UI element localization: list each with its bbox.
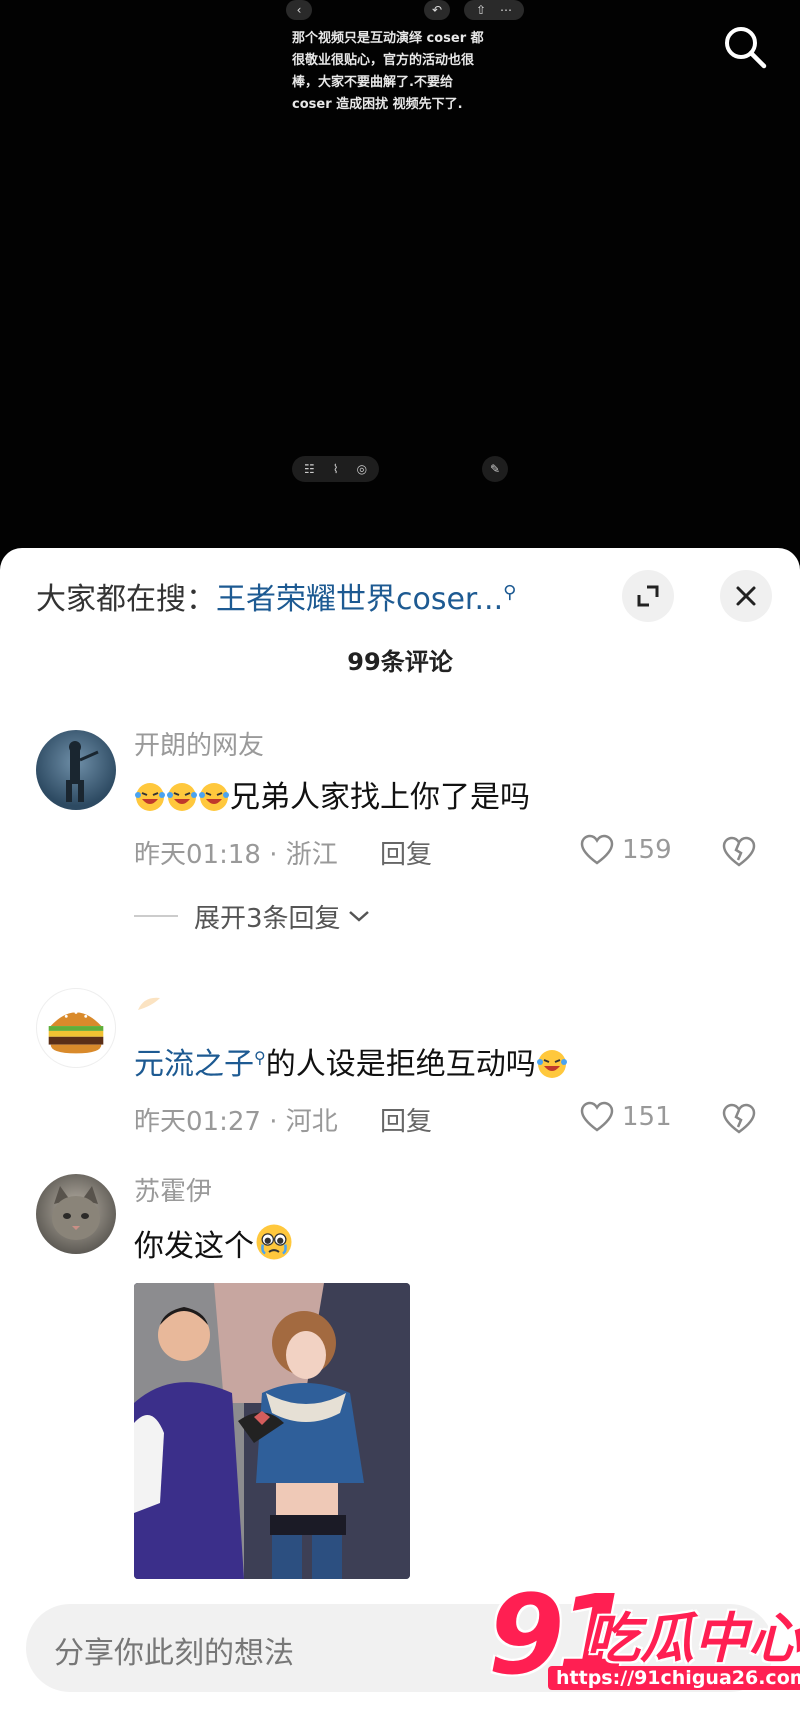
dislike-icon[interactable] — [722, 836, 756, 868]
time-location: 昨天01:18 · 浙江 — [134, 840, 338, 870]
watermark-text: 吃瓜中心 — [586, 1607, 800, 1670]
dislike-icon[interactable] — [722, 1103, 756, 1135]
cosplay-photo-image — [134, 1283, 410, 1579]
comment-body: 苏霍伊 你发这个 — [134, 1174, 760, 1579]
expand-icon — [637, 585, 659, 607]
watermark-url: https://91chigua26.com — [548, 1666, 800, 1690]
avatar-figure — [66, 741, 99, 802]
username[interactable]: 苏霍伊 — [134, 1174, 760, 1210]
caption-line: 棒，大家不要曲解了.不要给 — [292, 75, 453, 90]
cat-avatar-image — [52, 1186, 100, 1240]
comment-input-placeholder: 分享你此刻的想法 — [54, 1636, 294, 1671]
username-placeholder-icon — [138, 997, 160, 1010]
chevron-down-icon — [348, 911, 369, 922]
more-icon[interactable]: ⋯ — [500, 3, 512, 17]
back-icon[interactable]: ‹ — [286, 0, 312, 20]
video-top-controls-left: ‹ — [286, 0, 312, 20]
list-icon[interactable]: ☷ — [304, 462, 315, 476]
sheet-header: 大家都在搜：王者荣耀世界coser...⚲ 99条评论 — [0, 548, 800, 676]
attach-icon[interactable]: ⌇ — [333, 462, 339, 476]
reply-button[interactable]: 回复 — [380, 834, 432, 871]
comment-photo[interactable] — [134, 1283, 410, 1579]
comment-meta: 昨天01:18 · 浙江 回复 159 — [134, 834, 760, 874]
heart-icon — [580, 834, 614, 865]
cry-laugh-emoji — [167, 783, 197, 811]
cry-laugh-emoji — [199, 783, 229, 811]
video-player[interactable]: ‹ ↶ ⇧ ⋯ 那个视频只是互动演绎 coser 都 很敬业很贴心，官方的活动也… — [0, 0, 800, 560]
avatar[interactable] — [36, 1174, 116, 1254]
caption-line: 那个视频只是互动演绎 coser 都 — [292, 31, 484, 46]
comment-body: 元流之子⚲的人设是拒绝互动吗 昨天01:27 · 河北 回复 151 — [134, 988, 760, 1141]
reply-button[interactable]: 回复 — [380, 1101, 432, 1138]
caption-line: coser 造成困扰 视频先下了. — [292, 97, 463, 112]
mention-link[interactable]: 元流之子 — [134, 1047, 254, 1082]
expand-sheet-button[interactable] — [622, 570, 674, 622]
video-bottom-toolbar: ☷ ⌇ ◎ — [292, 456, 380, 482]
username[interactable]: 开朗的网友 — [134, 728, 760, 764]
expand-replies-button[interactable]: 展开3条回复 — [134, 896, 760, 936]
edit-icon[interactable]: ✎ — [482, 456, 508, 482]
expand-replies-label: 展开3条回复 — [194, 903, 341, 934]
close-sheet-button[interactable] — [720, 570, 772, 622]
comment-text: 你发这个 — [134, 1222, 760, 1269]
trending-search-keyword[interactable]: 王者荣耀世界coser... — [216, 582, 503, 617]
comment-text: 元流之子⚲的人设是拒绝互动吗 — [134, 1036, 760, 1087]
username[interactable] — [134, 988, 760, 1024]
comment-body: 开朗的网友 兄弟人家找上你了是吗 昨天01:18 · 浙江 回复 159 展开3… — [134, 728, 760, 936]
like-count: 159 — [622, 835, 672, 865]
caption-line: 很敬业很贴心，官方的活动也很 — [292, 53, 475, 68]
like-button[interactable]: 151 — [580, 1101, 672, 1133]
avatar[interactable] — [36, 730, 116, 810]
comment-meta: 昨天01:27 · 河北 回复 151 — [134, 1101, 760, 1141]
search-icon[interactable] — [720, 22, 770, 72]
cry-laugh-emoji — [135, 783, 165, 811]
comment-text: 兄弟人家找上你了是吗 — [134, 776, 760, 820]
comment-text-content: 的人设是拒绝互动吗 — [265, 1047, 536, 1082]
burger-avatar-image — [48, 1010, 104, 1054]
comment-text-content: 你发这个 — [134, 1229, 254, 1264]
site-watermark-logo: 91 吃瓜中心 https://91chigua26.com — [488, 1580, 800, 1698]
search-small-icon: ⚲ — [503, 582, 517, 603]
cry-laugh-emoji — [536, 1050, 567, 1078]
undo-icon[interactable]: ↶ — [424, 0, 450, 20]
heart-icon — [580, 1101, 614, 1132]
video-caption: 那个视频只是互动演绎 coser 都 很敬业很贴心，官方的活动也很 棒，大家不要… — [292, 28, 508, 116]
like-button[interactable]: 159 — [580, 834, 672, 866]
comment-count-title: 99条评论 — [347, 648, 453, 676]
share-more-group: ⇧ ⋯ — [464, 0, 524, 20]
like-count: 151 — [622, 1102, 672, 1132]
time-location: 昨天01:27 · 河北 — [134, 1107, 338, 1137]
avatar[interactable] — [36, 988, 116, 1068]
trending-search-prefix: 大家都在搜： — [36, 582, 216, 617]
sticker-icon[interactable]: ◎ — [357, 462, 367, 476]
share-icon[interactable]: ⇧ — [476, 3, 486, 17]
comment-text-content: 兄弟人家找上你了是吗 — [230, 780, 530, 815]
video-top-controls-right: ↶ ⇧ ⋯ — [424, 0, 524, 20]
comment-sheet: 大家都在搜：王者荣耀世界coser...⚲ 99条评论 开朗的网友 兄弟人家找上… — [0, 548, 800, 1709]
search-small-icon: ⚲ — [254, 1048, 266, 1067]
trending-search[interactable]: 大家都在搜：王者荣耀世界coser...⚲ — [36, 574, 516, 618]
divider-line — [134, 915, 178, 917]
close-icon — [736, 586, 756, 606]
teary-eyes-emoji — [256, 1224, 292, 1260]
